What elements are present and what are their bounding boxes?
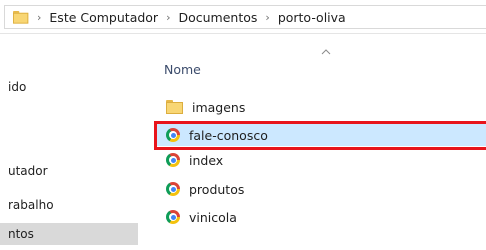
nav-item-label: rabalho bbox=[8, 198, 54, 212]
navigation-pane: ido utador rabalho ntos bbox=[0, 34, 138, 250]
breadcrumb[interactable]: › Este Computador › Documentos › porto-o… bbox=[4, 5, 486, 29]
chevron-right-icon[interactable]: › bbox=[37, 11, 41, 24]
nav-item-quick-access[interactable]: ido bbox=[0, 76, 138, 98]
chrome-icon bbox=[166, 210, 180, 224]
chrome-icon bbox=[166, 182, 180, 196]
chrome-icon bbox=[166, 153, 180, 167]
address-bar: › Este Computador › Documentos › porto-o… bbox=[0, 0, 486, 34]
breadcrumb-item-este-computador[interactable]: Este Computador bbox=[49, 10, 158, 25]
list-item-vinicola[interactable]: vinicola bbox=[156, 206, 486, 228]
nav-item-desktop[interactable]: rabalho bbox=[0, 194, 138, 216]
folder-icon bbox=[166, 100, 183, 114]
column-header-name[interactable]: Nome bbox=[164, 62, 201, 77]
nav-item-label: ido bbox=[8, 80, 27, 94]
file-name: vinicola bbox=[189, 209, 237, 225]
nav-item-label: ntos bbox=[8, 227, 34, 241]
file-name: imagens bbox=[192, 99, 246, 115]
breadcrumb-item-porto-oliva[interactable]: porto-oliva bbox=[278, 10, 346, 25]
nav-item-this-pc[interactable]: utador bbox=[0, 160, 138, 182]
list-item-imagens[interactable]: imagens bbox=[156, 96, 486, 118]
list-item-index[interactable]: index bbox=[156, 149, 486, 171]
chevron-right-icon[interactable]: › bbox=[265, 11, 269, 24]
file-name: produtos bbox=[189, 181, 245, 197]
chevron-right-icon[interactable]: › bbox=[166, 11, 170, 24]
breadcrumb-item-documentos[interactable]: Documentos bbox=[178, 10, 257, 25]
sort-ascending-icon[interactable] bbox=[321, 48, 331, 56]
highlight-annotation bbox=[154, 121, 486, 150]
folder-icon bbox=[13, 10, 29, 24]
list-item-produtos[interactable]: produtos bbox=[156, 178, 486, 200]
nav-item-documents[interactable]: ntos bbox=[0, 223, 138, 245]
file-name: index bbox=[189, 152, 224, 168]
nav-item-label: utador bbox=[8, 164, 48, 178]
